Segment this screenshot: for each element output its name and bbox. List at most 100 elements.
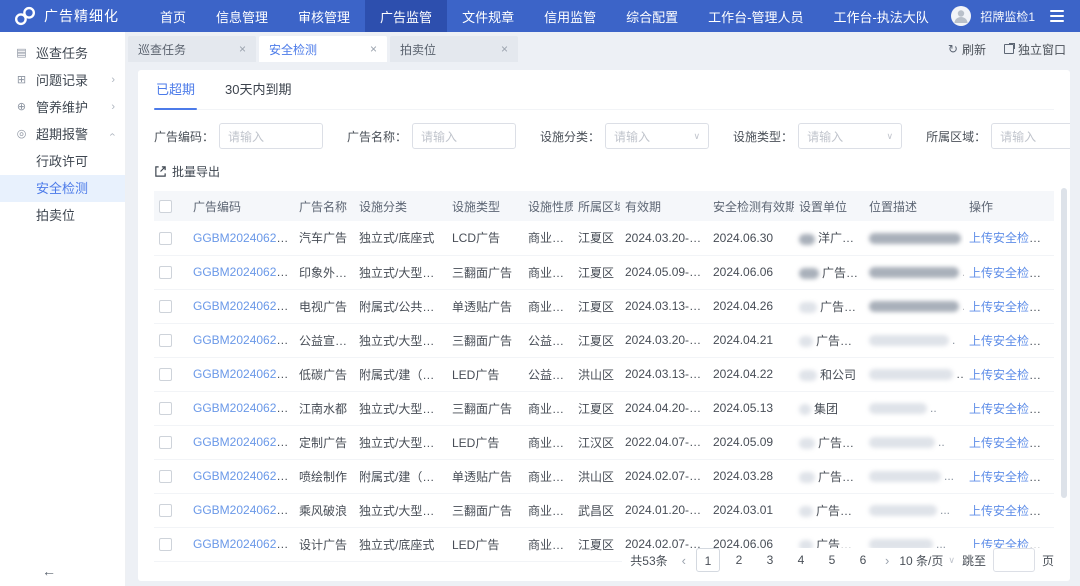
close-icon[interactable]: × <box>370 42 377 56</box>
upload-report-link[interactable]: 上传安全检测报告 <box>969 334 1054 348</box>
district: 武昌区 <box>573 493 620 527</box>
ad-code-link[interactable]: GGBM202406200013 <box>193 299 294 313</box>
row-checkbox[interactable] <box>159 470 172 483</box>
facility-category: 独立式/大型高立柱 <box>354 391 447 425</box>
popout-window-button[interactable]: 独立窗口 <box>1004 41 1066 58</box>
ad-name: 喷绘制作 <box>294 459 354 493</box>
ad-code-link[interactable]: GGBM202406200006 <box>193 469 294 483</box>
sidebar-item[interactable]: ▤ 巡查任务 <box>0 40 125 67</box>
tab-bar: 巡查任务 × 安全检测 × 拍卖位 × ↻ 刷新 独立窗口 <box>126 32 1080 62</box>
refresh-button[interactable]: ↻ 刷新 <box>948 41 986 58</box>
ad-code-link[interactable]: GGBM202406200012 <box>193 333 294 347</box>
upload-report-link[interactable]: 上传安全检测报告 <box>969 402 1054 416</box>
sidebar-item[interactable]: ◎ 超期报警 › <box>0 121 125 148</box>
subtab[interactable]: 30天内到期 <box>223 70 293 110</box>
facility-nature: 商业广告 <box>523 391 573 425</box>
facility-nature: 商业广告 <box>523 459 573 493</box>
upload-report-link[interactable]: 上传安全检测报告 <box>969 436 1054 450</box>
column-header: 操作 <box>964 191 1054 221</box>
ad-code-link[interactable]: GGBM202406200004 <box>193 503 294 517</box>
tab[interactable]: 巡查任务 × <box>128 36 256 62</box>
nav-item[interactable]: 审核管理 <box>283 0 365 32</box>
ad-code-link[interactable]: GGBM202406200003 <box>193 537 294 551</box>
page-size-select[interactable]: 10 条/页 ∨ <box>899 552 955 569</box>
vertical-scrollbar[interactable] <box>1061 188 1067 498</box>
row-checkbox[interactable] <box>159 300 172 313</box>
sidebar: ▤ 巡查任务 ⊞ 问题记录 › ⊕ 管养维护 › ◎ 超期报警 › 行政许可安全… <box>0 32 126 586</box>
row-checkbox[interactable] <box>159 402 172 415</box>
batch-export-button[interactable]: 批量导出 <box>154 163 220 180</box>
upload-report-link[interactable]: 上传安全检测报告 <box>969 266 1054 280</box>
prev-page-button[interactable]: ‹ <box>679 553 689 568</box>
ad-name-filter[interactable]: 请输入 <box>412 123 516 149</box>
nav-item[interactable]: 首页 <box>145 0 201 32</box>
nav-item[interactable]: 工作台-执法大队 <box>818 0 943 32</box>
facility-category-filter[interactable]: 请输入 ∨ <box>605 123 709 149</box>
nav-item[interactable]: 信息管理 <box>201 0 283 32</box>
jump-page-input[interactable] <box>993 548 1035 572</box>
table-row: GGBM202406200008 江南水都 独立式/大型高立柱 三翻面广告 商业… <box>154 391 1054 425</box>
facility-type-filter[interactable]: 请输入 ∨ <box>798 123 902 149</box>
setup-unit: 集团 <box>794 391 864 425</box>
tab[interactable]: 拍卖位 × <box>390 36 518 62</box>
brand: 广告精细化 <box>0 0 145 32</box>
page-button[interactable]: 2 <box>727 548 751 572</box>
back-arrow-icon[interactable]: ← <box>42 563 56 579</box>
column-header: 设施类型 <box>447 191 523 221</box>
row-checkbox[interactable] <box>159 436 172 449</box>
location-description: .. <box>864 425 964 459</box>
ad-code-link[interactable]: GGBM202406200009 <box>193 367 294 381</box>
ad-code-link[interactable]: GGBM202406200015 <box>193 265 294 279</box>
district-filter[interactable]: 请输入 ∨ <box>991 123 1070 149</box>
ad-code-link[interactable]: GGBM202406200016 <box>193 231 294 245</box>
nav-item[interactable]: 信用监管 <box>529 0 611 32</box>
upload-report-link[interactable]: 上传安全检测报告 <box>969 470 1054 484</box>
row-checkbox[interactable] <box>159 538 172 551</box>
upload-report-link[interactable]: 上传安全检测报告 <box>969 231 1054 245</box>
ad-code-link[interactable]: GGBM202406200007 <box>193 435 294 449</box>
sidebar-item[interactable]: ⊕ 管养维护 › <box>0 94 125 121</box>
nav-item[interactable]: 文件规章 <box>447 0 529 32</box>
subtab[interactable]: 已超期 <box>154 70 197 110</box>
safety-valid-until: 2024.04.26 <box>708 289 794 323</box>
nav-item[interactable]: 综合配置 <box>611 0 693 32</box>
user-avatar[interactable] <box>951 6 971 26</box>
upload-report-link[interactable]: 上传安全检测报告 <box>969 300 1054 314</box>
select-all-checkbox[interactable] <box>159 200 172 213</box>
close-icon[interactable]: × <box>239 42 246 56</box>
tab[interactable]: 安全检测 × <box>259 36 387 62</box>
redacted-blob <box>799 234 815 245</box>
page-button[interactable]: 1 <box>696 548 720 572</box>
sidebar-subitem[interactable]: 安全检测 <box>0 175 125 202</box>
row-checkbox[interactable] <box>159 232 172 245</box>
upload-report-link[interactable]: 上传安全检测报告 <box>969 504 1054 518</box>
page-button[interactable]: 6 <box>851 548 875 572</box>
ad-code-filter[interactable]: 请输入 <box>219 123 323 149</box>
page-button[interactable]: 5 <box>820 548 844 572</box>
chevron-down-icon: ∨ <box>886 131 893 142</box>
table-row: GGBM202406200007 定制广告 独立式/大型高立柱 LED广告 商业… <box>154 425 1054 459</box>
menu-list-icon[interactable] <box>1050 10 1064 22</box>
close-icon[interactable]: × <box>501 42 508 56</box>
filter-label: 广告名称： <box>347 128 407 145</box>
nav-item[interactable]: 广告监管 <box>365 0 447 32</box>
chevron-icon: › <box>111 67 115 94</box>
sidebar-subitem[interactable]: 行政许可 <box>0 148 125 175</box>
upload-report-link[interactable]: 上传安全检测报告 <box>969 368 1054 382</box>
row-checkbox[interactable] <box>159 334 172 347</box>
facility-type: LED广告 <box>447 357 523 391</box>
location-description: ... <box>864 459 964 493</box>
next-page-button[interactable]: › <box>882 553 892 568</box>
row-checkbox[interactable] <box>159 368 172 381</box>
row-checkbox[interactable] <box>159 504 172 517</box>
redacted-blob <box>869 471 941 482</box>
page-button[interactable]: 4 <box>789 548 813 572</box>
nav-item[interactable]: 工作台-管理人员 <box>693 0 818 32</box>
page-button[interactable]: 3 <box>758 548 782 572</box>
sidebar-subitem[interactable]: 拍卖位 <box>0 202 125 229</box>
ad-code-link[interactable]: GGBM202406200008 <box>193 401 294 415</box>
sidebar-item[interactable]: ⊞ 问题记录 › <box>0 67 125 94</box>
row-checkbox[interactable] <box>159 266 172 279</box>
facility-category: 独立式/底座式 <box>354 527 447 561</box>
ad-name: 公益宣传... <box>294 323 354 357</box>
